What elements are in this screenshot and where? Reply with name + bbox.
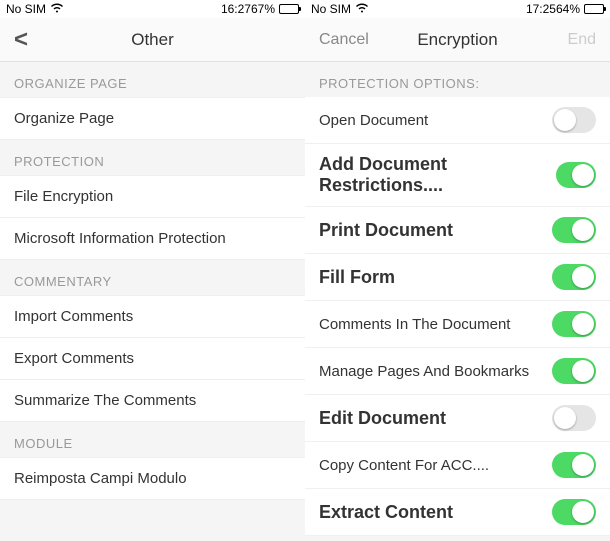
battery-icon (279, 4, 299, 14)
cancel-button[interactable]: Cancel (305, 31, 383, 49)
option-row: Comments In The Document (305, 301, 610, 348)
option-row: Copy Content For ACC.... (305, 442, 610, 489)
toggle-switch[interactable] (552, 264, 596, 290)
option-label: Open Document (319, 112, 428, 129)
right-pane: No SIM 17:25 64% Cancel Encryption End P… (305, 0, 610, 541)
section-header: PROTECTION (0, 140, 305, 175)
toggle-switch[interactable] (552, 405, 596, 431)
list-item[interactable]: Reimposta Campi Modulo (0, 457, 305, 500)
toggle-switch[interactable] (556, 162, 596, 188)
wifi-icon (50, 3, 64, 16)
option-row: Fill Form (305, 254, 610, 301)
battery-pct: 64% (556, 2, 580, 16)
carrier-label: No SIM (6, 2, 46, 16)
section-header: PROTECTION OPTIONS: (305, 62, 610, 97)
clock: 17:25 (526, 2, 556, 16)
right-scroll[interactable]: PROTECTION OPTIONS: Open Document Add Doc… (305, 62, 610, 541)
page-title: Other (0, 30, 305, 50)
status-bar: No SIM 16:27 67% (0, 0, 305, 18)
list-item[interactable]: Import Comments (0, 295, 305, 338)
toggle-switch[interactable] (552, 107, 596, 133)
carrier-label: No SIM (311, 2, 351, 16)
option-label: Add Document Restrictions.... (319, 154, 556, 196)
toggle-switch[interactable] (552, 311, 596, 337)
section-header: MODULE (0, 422, 305, 457)
left-scroll[interactable]: ORGANIZE PAGEOrganize PagePROTECTIONFile… (0, 62, 305, 541)
option-label: Copy Content For ACC.... (319, 457, 489, 474)
wifi-icon (355, 3, 369, 16)
status-bar: No SIM 17:25 64% (305, 0, 610, 18)
list-item[interactable]: Microsoft Information Protection (0, 218, 305, 260)
nav-header: Cancel Encryption End (305, 18, 610, 62)
option-label: Print Document (319, 220, 453, 241)
list-item[interactable]: File Encryption (0, 175, 305, 218)
option-row: Add Document Restrictions.... (305, 144, 610, 207)
password-row[interactable]: Password: Required (305, 536, 610, 541)
end-button[interactable]: End (554, 31, 610, 49)
clock: 16:27 (221, 2, 251, 16)
option-label: Extract Content (319, 502, 453, 523)
section-header: ORGANIZE PAGE (0, 62, 305, 97)
toggle-switch[interactable] (552, 452, 596, 478)
option-row: Manage Pages And Bookmarks (305, 348, 610, 395)
list-item[interactable]: Summarize The Comments (0, 380, 305, 422)
option-row: Open Document (305, 97, 610, 144)
option-label: Fill Form (319, 267, 395, 288)
left-pane: No SIM 16:27 67% < Other ORGANIZE PAGEOr… (0, 0, 305, 541)
list-item[interactable]: Organize Page (0, 97, 305, 140)
back-button[interactable]: < (0, 26, 42, 54)
battery-icon (584, 4, 604, 14)
option-row: Print Document (305, 207, 610, 254)
toggle-switch[interactable] (552, 217, 596, 243)
option-label: Comments In The Document (319, 316, 510, 333)
option-row: Extract Content (305, 489, 610, 536)
option-label: Edit Document (319, 408, 446, 429)
battery-pct: 67% (251, 2, 275, 16)
section-header: COMMENTARY (0, 260, 305, 295)
option-row: Edit Document (305, 395, 610, 442)
option-label: Manage Pages And Bookmarks (319, 363, 529, 380)
list-item[interactable]: Export Comments (0, 338, 305, 380)
nav-header: < Other (0, 18, 305, 62)
toggle-switch[interactable] (552, 358, 596, 384)
toggle-switch[interactable] (552, 499, 596, 525)
